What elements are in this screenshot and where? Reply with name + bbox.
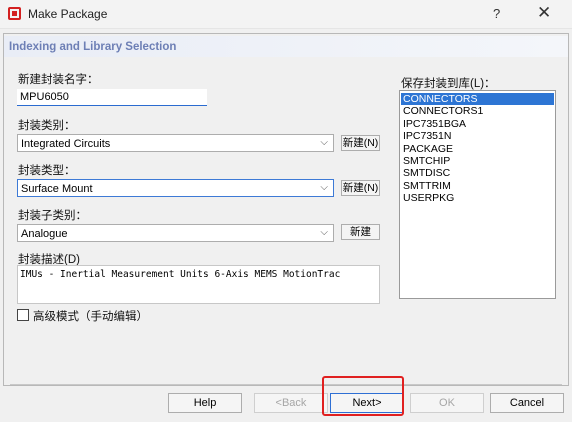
package-name-label: 新建封装名字：	[18, 74, 99, 86]
type-new-button[interactable]: 新建(N)	[341, 180, 380, 196]
type-new-label: 新建(N)	[342, 182, 379, 194]
section-title: Indexing and Library Selection	[9, 41, 177, 53]
library-list-item[interactable]: SMTCHIP	[401, 155, 554, 167]
library-list-item[interactable]: PACKAGE	[401, 143, 554, 155]
library-list-item[interactable]: SMTTRIM	[401, 180, 554, 192]
type-label: 封装类型：	[18, 165, 76, 177]
back-button[interactable]: <Back	[254, 393, 328, 413]
subcategory-select[interactable]: Analogue ⌵	[17, 224, 334, 242]
help-question-icon[interactable]: ?	[493, 6, 500, 21]
category-label: 封装类别：	[18, 120, 76, 132]
cancel-button[interactable]: Cancel	[490, 393, 564, 413]
footer-divider	[10, 384, 562, 385]
type-select[interactable]: Surface Mount ⌵	[17, 179, 334, 197]
package-name-input[interactable]	[17, 89, 207, 106]
category-select[interactable]: Integrated Circuits ⌵	[17, 134, 334, 152]
category-value: Integrated Circuits	[21, 138, 111, 150]
window-title: Make Package	[28, 7, 108, 21]
category-new-label: 新建(N)	[342, 137, 379, 149]
library-list-item[interactable]: CONNECTORS	[401, 93, 554, 106]
description-textarea[interactable]: IMUs - Inertial Measurement Units 6-Axis…	[17, 265, 380, 304]
category-new-button[interactable]: 新建(N)	[341, 135, 380, 151]
subcategory-value: Analogue	[21, 228, 68, 240]
library-list-item[interactable]: USERPKG	[401, 192, 554, 204]
chevron-down-icon: ⌵	[320, 227, 328, 238]
ok-button[interactable]: OK	[410, 393, 484, 413]
library-list-item[interactable]: IPC7351BGA	[401, 118, 554, 130]
subcategory-new-button[interactable]: 新建	[341, 224, 380, 240]
title-bar: Make Package ? ✕	[0, 0, 572, 29]
library-list[interactable]: CONNECTORS CONNECTORS1 IPC7351BGA IPC7351N P…	[399, 90, 556, 299]
library-list-item[interactable]: SMTDISC	[401, 167, 554, 179]
type-value: Surface Mount	[21, 183, 93, 195]
library-label: 保存封装到库(L)：	[401, 78, 496, 90]
chevron-down-icon: ⌵	[320, 137, 328, 148]
library-list-item[interactable]: CONNECTORS1	[401, 105, 554, 117]
subcategory-label: 封装子类别：	[18, 210, 87, 222]
subcategory-new-label: 新建	[350, 226, 371, 238]
advanced-mode-checkbox[interactable]	[17, 309, 29, 321]
advanced-mode-label: 高级模式（手动编辑）	[33, 311, 148, 323]
help-button[interactable]: Help	[168, 393, 242, 413]
next-button[interactable]: Next>	[330, 393, 404, 413]
chip-icon	[8, 7, 21, 20]
close-icon[interactable]: ✕	[537, 3, 551, 23]
library-list-item[interactable]: IPC7351N	[401, 130, 554, 142]
chevron-down-icon: ⌵	[320, 182, 328, 193]
